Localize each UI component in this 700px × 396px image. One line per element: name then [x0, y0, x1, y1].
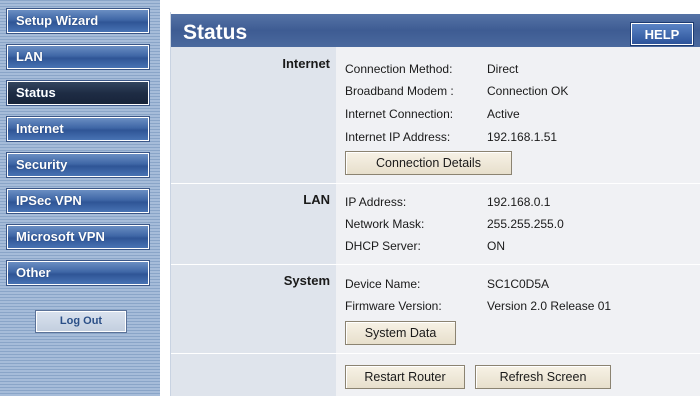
footer-label-cell	[171, 354, 336, 396]
system-section-label-cell: System	[171, 265, 336, 353]
row-key: Firmware Version:	[345, 299, 442, 313]
status-panel: Internet Connection Method: Direct Broad…	[171, 47, 700, 396]
logout-button[interactable]: Log Out	[35, 310, 127, 333]
internet-section: Connection Method: Direct Broadband Mode…	[336, 47, 700, 183]
sidebar-item-internet[interactable]: Internet	[6, 116, 150, 142]
help-button[interactable]: HELP	[630, 22, 694, 46]
internet-ip-value: 192.168.1.51	[487, 130, 558, 144]
internet-section-label: Internet	[282, 56, 330, 71]
network-mask-value: 255.255.255.0	[487, 217, 564, 231]
sidebar-item-security[interactable]: Security	[6, 152, 150, 178]
lan-section: IP Address: 192.168.0.1 Network Mask: 25…	[336, 184, 700, 264]
row-key: Internet IP Address:	[345, 130, 451, 144]
restart-router-button[interactable]: Restart Router	[345, 365, 465, 389]
sidebar-item-other[interactable]: Other	[6, 260, 150, 286]
internet-section-label-cell: Internet	[171, 47, 336, 183]
system-section-label: System	[283, 273, 330, 288]
sidebar: Setup Wizard LAN Status Internet Securit…	[0, 0, 160, 396]
refresh-screen-button[interactable]: Refresh Screen	[475, 365, 611, 389]
page-title: Status	[183, 21, 248, 44]
row-key: DHCP Server:	[345, 239, 421, 253]
internet-connection-value: Active	[487, 107, 520, 121]
connection-details-button[interactable]: Connection Details	[345, 151, 512, 175]
dhcp-server-value: ON	[487, 239, 505, 253]
title-bar: Status HELP	[171, 12, 700, 47]
device-name-value: SC1C0D5A	[487, 277, 550, 291]
row-key: Internet Connection:	[345, 107, 454, 121]
lan-section-label-cell: LAN	[171, 184, 336, 264]
sidebar-item-lan[interactable]: LAN	[6, 44, 150, 70]
row-key: IP Address:	[345, 195, 407, 209]
sidebar-item-ipsec-vpn[interactable]: IPSec VPN	[6, 188, 150, 214]
broadband-modem-value: Connection OK	[487, 84, 569, 98]
lan-ip-value: 192.168.0.1	[487, 195, 551, 209]
footer-actions: Restart Router Refresh Screen	[336, 354, 700, 396]
row-key: Connection Method:	[345, 62, 453, 76]
row-key: Broadband Modem :	[345, 84, 454, 98]
system-data-button[interactable]: System Data	[345, 321, 456, 345]
firmware-version-value: Version 2.0 Release 01	[487, 299, 612, 313]
lan-section-label: LAN	[303, 192, 330, 207]
sidebar-item-setup-wizard[interactable]: Setup Wizard	[6, 8, 150, 34]
sidebar-item-status[interactable]: Status	[6, 80, 150, 106]
row-key: Network Mask:	[345, 217, 425, 231]
connection-method-value: Direct	[487, 62, 519, 76]
system-section: Device Name: SC1C0D5A Firmware Version: …	[336, 265, 700, 353]
row-key: Device Name:	[345, 277, 421, 291]
sidebar-item-microsoft-vpn[interactable]: Microsoft VPN	[6, 224, 150, 250]
main-content: Status HELP Internet Connection Method: …	[170, 12, 700, 396]
